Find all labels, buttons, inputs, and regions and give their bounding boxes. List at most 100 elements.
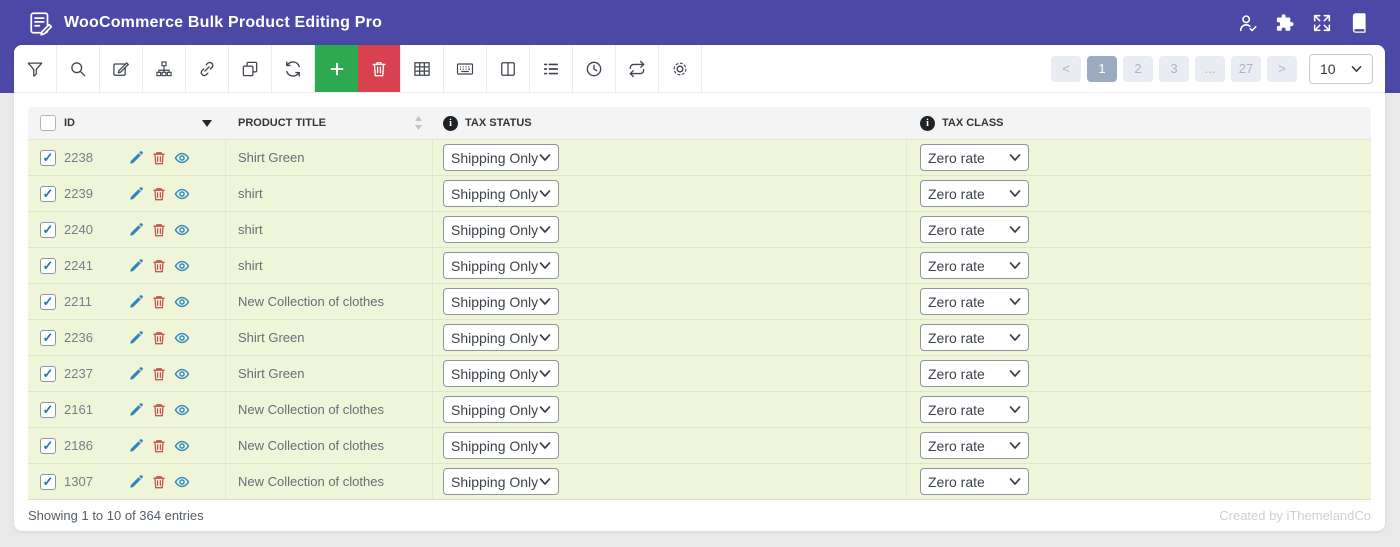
- delete-row-icon[interactable]: [151, 330, 167, 346]
- row-checkbox[interactable]: ✓: [40, 473, 56, 490]
- history-button[interactable]: [573, 45, 616, 92]
- add-product-button[interactable]: [315, 45, 358, 92]
- edit-row-icon[interactable]: [128, 366, 144, 382]
- chevron-down-icon: [539, 154, 551, 161]
- tax-class-select[interactable]: Zero rate: [920, 252, 1029, 279]
- edit-row-icon[interactable]: [128, 150, 144, 166]
- view-row-icon[interactable]: [174, 402, 190, 418]
- next-page-button[interactable]: >: [1267, 55, 1297, 82]
- edit-row-icon[interactable]: [128, 402, 144, 418]
- view-row-icon[interactable]: [174, 474, 190, 490]
- view-row-icon[interactable]: [174, 294, 190, 310]
- tax-status-select[interactable]: Shipping Only: [443, 216, 560, 243]
- hierarchy-button[interactable]: [143, 45, 186, 92]
- row-checkbox[interactable]: ✓: [40, 401, 56, 418]
- page-button[interactable]: 1: [1087, 55, 1117, 82]
- refresh-button[interactable]: [272, 45, 315, 92]
- edit-row-icon[interactable]: [128, 222, 144, 238]
- view-row-icon[interactable]: [174, 438, 190, 454]
- tax-status-select[interactable]: Shipping Only: [443, 252, 560, 279]
- bulk-edit-button[interactable]: [100, 45, 143, 92]
- tax-status-select[interactable]: Shipping Only: [443, 288, 560, 315]
- table-view-button[interactable]: [401, 45, 444, 92]
- page-button[interactable]: 2: [1123, 55, 1153, 82]
- book-icon[interactable]: [1348, 12, 1370, 34]
- delete-row-icon[interactable]: [151, 474, 167, 490]
- delete-button[interactable]: [358, 45, 401, 92]
- view-row-icon[interactable]: [174, 150, 190, 166]
- tax-status-select[interactable]: Shipping Only: [443, 360, 560, 387]
- page-button[interactable]: 3: [1159, 55, 1189, 82]
- row-checkbox[interactable]: ✓: [40, 257, 56, 274]
- tax-status-select[interactable]: Shipping Only: [443, 144, 560, 171]
- row-checkbox[interactable]: ✓: [40, 221, 56, 238]
- tax-status-select[interactable]: Shipping Only: [443, 324, 560, 351]
- tax-class-select[interactable]: Zero rate: [920, 396, 1029, 423]
- filter-button[interactable]: [14, 45, 57, 92]
- column-header-product-title[interactable]: PRODUCT TITLE: [226, 107, 433, 139]
- row-checkbox[interactable]: ✓: [40, 329, 56, 346]
- tax-class-select[interactable]: Zero rate: [920, 216, 1029, 243]
- row-checkbox[interactable]: ✓: [40, 293, 56, 310]
- sync-button[interactable]: [616, 45, 659, 92]
- duplicate-button[interactable]: [229, 45, 272, 92]
- search-button[interactable]: [57, 45, 100, 92]
- view-row-icon[interactable]: [174, 258, 190, 274]
- tax-class-select[interactable]: Zero rate: [920, 432, 1029, 459]
- delete-row-icon[interactable]: [151, 150, 167, 166]
- edit-row-icon[interactable]: [128, 330, 144, 346]
- tax-class-select[interactable]: Zero rate: [920, 288, 1029, 315]
- title-header-label: PRODUCT TITLE: [238, 117, 326, 129]
- puzzle-icon[interactable]: [1274, 12, 1296, 34]
- row-checkbox[interactable]: ✓: [40, 149, 56, 166]
- row-checkbox[interactable]: ✓: [40, 365, 56, 382]
- view-row-icon[interactable]: [174, 366, 190, 382]
- delete-row-icon[interactable]: [151, 222, 167, 238]
- page-button[interactable]: 27: [1231, 55, 1261, 82]
- edit-row-icon[interactable]: [128, 258, 144, 274]
- delete-row-icon[interactable]: [151, 294, 167, 310]
- page-size-select[interactable]: 10: [1309, 53, 1373, 84]
- fullscreen-icon[interactable]: [1311, 12, 1333, 34]
- view-row-icon[interactable]: [174, 330, 190, 346]
- prev-page-button[interactable]: <: [1051, 55, 1081, 82]
- row-checkbox[interactable]: ✓: [40, 185, 56, 202]
- edit-row-icon[interactable]: [128, 186, 144, 202]
- tax-class-select[interactable]: Zero rate: [920, 360, 1029, 387]
- tax-status-select[interactable]: Shipping Only: [443, 180, 560, 207]
- column-header-tax-status[interactable]: i TAX STATUS: [433, 107, 907, 139]
- delete-row-icon[interactable]: [151, 186, 167, 202]
- tax-status-select[interactable]: Shipping Only: [443, 396, 560, 423]
- tax-status-select[interactable]: Shipping Only: [443, 468, 560, 495]
- tax-class-select[interactable]: Zero rate: [920, 324, 1029, 351]
- meta-fields-button[interactable]: [444, 45, 487, 92]
- edit-row-icon[interactable]: [128, 294, 144, 310]
- view-row-icon[interactable]: [174, 186, 190, 202]
- settings-button[interactable]: [659, 45, 702, 92]
- delete-row-icon[interactable]: [151, 402, 167, 418]
- sort-desc-icon[interactable]: [202, 119, 226, 127]
- row-checkbox[interactable]: ✓: [40, 437, 56, 454]
- link-button[interactable]: [186, 45, 229, 92]
- info-icon[interactable]: i: [443, 115, 458, 131]
- delete-row-icon[interactable]: [151, 366, 167, 382]
- edit-row-icon[interactable]: [128, 474, 144, 490]
- column-header-tax-class[interactable]: i TAX CLASS: [907, 107, 1371, 139]
- edit-row-icon[interactable]: [128, 438, 144, 454]
- tax-class-select[interactable]: Zero rate: [920, 468, 1029, 495]
- user-check-icon[interactable]: [1237, 12, 1259, 34]
- info-icon[interactable]: i: [920, 115, 935, 131]
- view-row-icon[interactable]: [174, 222, 190, 238]
- column-header-id[interactable]: ID: [28, 107, 226, 139]
- tax-class-select[interactable]: Zero rate: [920, 180, 1029, 207]
- duplicate-icon: [242, 61, 258, 76]
- list-view-button[interactable]: [530, 45, 573, 92]
- delete-row-icon[interactable]: [151, 258, 167, 274]
- page-button[interactable]: ...: [1195, 55, 1225, 82]
- delete-row-icon[interactable]: [151, 438, 167, 454]
- select-all-checkbox[interactable]: [40, 115, 56, 131]
- sort-icon[interactable]: [414, 116, 433, 130]
- tax-class-select[interactable]: Zero rate: [920, 144, 1029, 171]
- columns-button[interactable]: [487, 45, 530, 92]
- tax-status-select[interactable]: Shipping Only: [443, 432, 560, 459]
